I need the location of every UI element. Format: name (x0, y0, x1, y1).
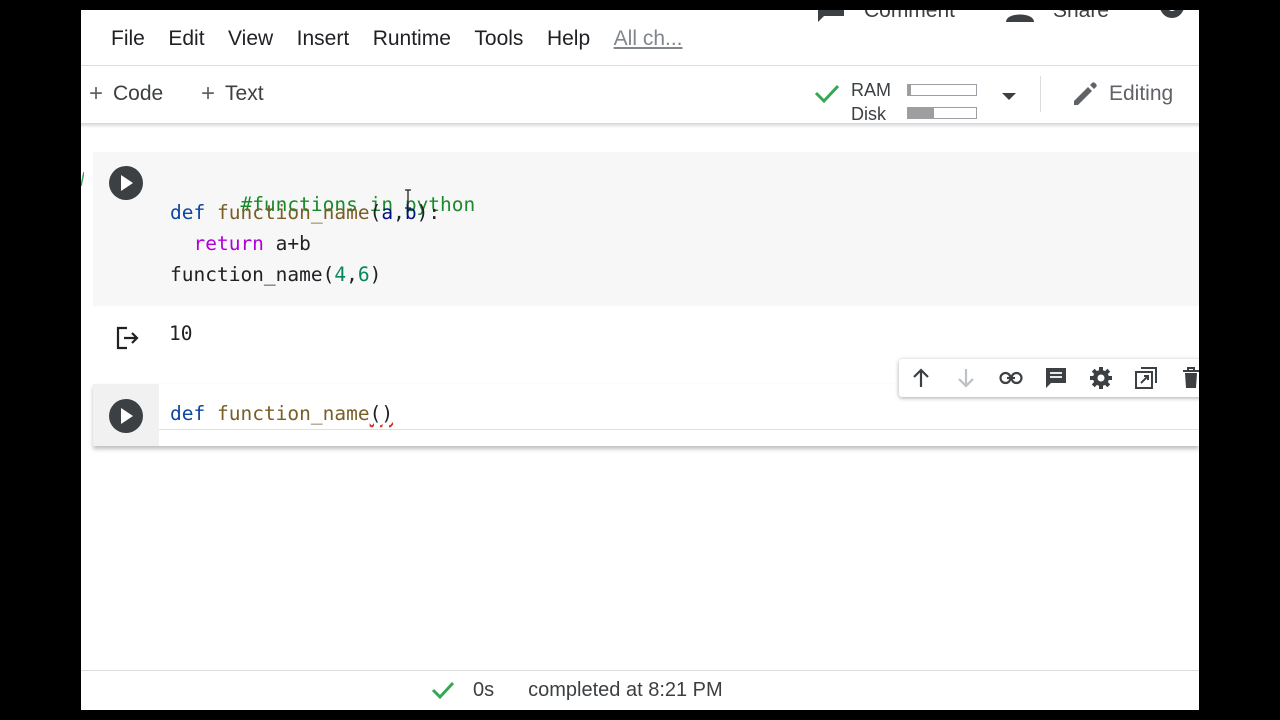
ram-usage-bar (907, 84, 977, 96)
parens: () (369, 402, 394, 425)
check-icon (431, 681, 455, 700)
add-code-button[interactable]: + Code (89, 80, 163, 108)
executed-marker (81, 172, 84, 187)
open-paren: ( (369, 201, 382, 224)
gear-icon[interactable] (1089, 366, 1113, 390)
comment-icon (817, 10, 844, 22)
menu-insert[interactable]: Insert (297, 27, 350, 51)
share-label: Share (1052, 10, 1109, 22)
return-expression: a+b (263, 232, 311, 255)
keyword-return: return (193, 232, 264, 255)
function-name: function_name (216, 201, 370, 224)
play-icon (121, 408, 133, 424)
cell-output: 10 (169, 322, 193, 345)
completed-time: completed at 8:21 PM (528, 678, 723, 701)
code-line-1[interactable]: def function_name() (170, 402, 393, 425)
arg-number-2: 6 (357, 263, 370, 286)
caret-down-icon[interactable] (1001, 92, 1017, 102)
arg-number-1: 4 (334, 263, 347, 286)
keyword-def: def (170, 402, 206, 425)
arrow-down-icon[interactable] (954, 366, 978, 390)
connected-check-icon (814, 84, 840, 104)
comma: , (346, 263, 358, 286)
run-cell-button[interactable] (109, 399, 143, 433)
editing-mode-button[interactable]: Editing (1071, 80, 1173, 108)
function-name: function_name (216, 402, 370, 425)
ram-usage-fill (908, 85, 911, 95)
disk-usage-fill (908, 108, 934, 118)
open-paren: ( (322, 263, 335, 286)
add-code-label: Code (113, 82, 164, 105)
function-call-name: function_name (170, 263, 323, 286)
menu-view[interactable]: View (228, 27, 273, 51)
mirror-cell-icon[interactable] (1134, 366, 1158, 390)
link-icon[interactable] (999, 366, 1023, 390)
toolbar-divider (1040, 76, 1041, 112)
settings-button[interactable] (1157, 10, 1187, 24)
add-text-button[interactable]: + Text (201, 80, 264, 108)
code-line-2[interactable]: def function_name(a,b): (170, 201, 440, 224)
comment-button[interactable]: Comment (816, 10, 955, 24)
execution-status[interactable]: 0s completed at 8:21 PM (431, 676, 723, 704)
param-a: a (381, 201, 394, 224)
disk-usage-bar (907, 107, 977, 119)
code-cell-1[interactable]: #functions in python def function_name(a… (93, 152, 1199, 306)
cell-toolbar (899, 359, 1199, 397)
close-paren: ) (369, 263, 382, 286)
menu-bar: File Edit View Insert Runtime Tools Help… (111, 24, 683, 54)
resource-monitor[interactable]: RAM Disk (813, 70, 1016, 124)
text-cursor-icon (405, 189, 411, 209)
all-changes-link[interactable]: All ch... (614, 27, 683, 51)
close-paren: ): (416, 201, 441, 224)
menu-help[interactable]: Help (547, 27, 590, 51)
pencil-icon (1074, 82, 1097, 105)
run-cell-button[interactable] (109, 166, 143, 200)
plus-icon: + (89, 80, 104, 107)
notebook-toolbar: + Code + Text RAM Disk Editing (81, 66, 1199, 124)
trash-icon[interactable] (1179, 366, 1199, 390)
menu-file[interactable]: File (111, 27, 145, 51)
share-icon (1005, 14, 1034, 22)
share-button[interactable]: Share (1005, 10, 1109, 24)
ram-label: RAM (851, 80, 891, 100)
plus-icon: + (201, 80, 216, 107)
output-icon[interactable] (115, 326, 141, 350)
toolbar-shadow (81, 123, 1199, 128)
menu-runtime[interactable]: Runtime (373, 27, 451, 51)
comment-icon[interactable] (1044, 366, 1068, 390)
keyword-def: def (170, 201, 206, 224)
menu-tools[interactable]: Tools (474, 27, 523, 51)
disk-label: Disk (851, 104, 886, 124)
colab-window: Comment Share File Edit View Insert Runt… (81, 10, 1199, 710)
code-line-4[interactable]: function_name(4,6) (170, 263, 381, 286)
add-text-label: Text (225, 82, 264, 105)
comment-label: Comment (863, 10, 955, 22)
editing-label: Editing (1109, 82, 1174, 105)
execution-duration: 0s (473, 678, 495, 701)
status-divider (81, 670, 1199, 671)
code-line-3[interactable]: return a+b (170, 232, 311, 255)
menu-edit[interactable]: Edit (168, 27, 204, 51)
play-icon (121, 175, 133, 191)
gear-icon (1160, 10, 1184, 18)
arrow-up-icon[interactable] (909, 366, 933, 390)
